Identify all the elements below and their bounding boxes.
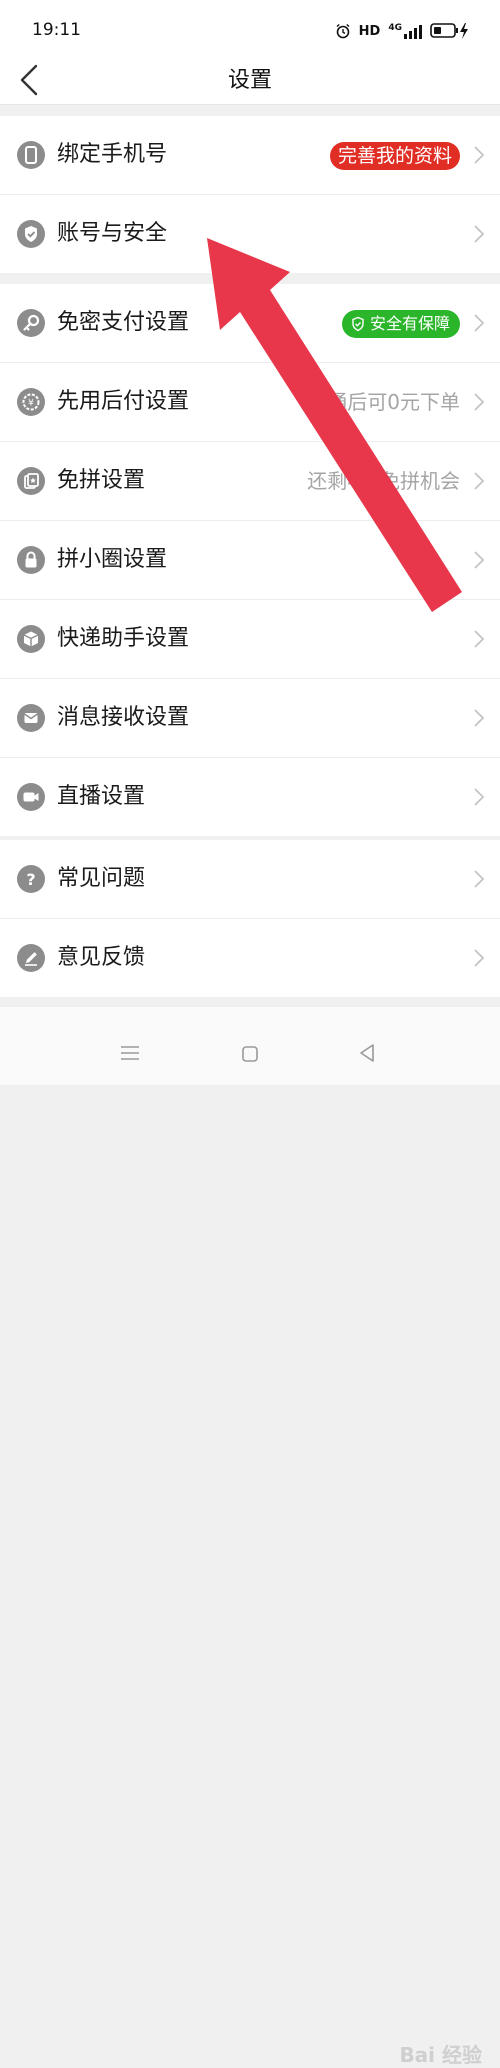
courier-assistant-row[interactable]: 快递助手设置 xyxy=(0,600,500,679)
settings-group: 免密支付设置 安全有保障 ¥ 先用后付设置 开通后可0元下单 免拼设置 还剩4次… xyxy=(0,284,500,836)
complete-profile-badge[interactable]: 完善我的资料 xyxy=(329,142,460,170)
chevron-right-icon xyxy=(474,949,485,967)
help-group: ? 常见问题 意见反馈 xyxy=(0,840,500,997)
package-icon xyxy=(17,625,45,653)
back-nav-icon[interactable] xyxy=(358,1043,376,1063)
row-label: 免拼设置 xyxy=(57,468,146,493)
status-time: 19:11 xyxy=(32,20,81,40)
row-label: 常见问题 xyxy=(57,866,146,891)
mail-icon xyxy=(17,704,45,732)
faq-row[interactable]: ? 常见问题 xyxy=(0,840,500,919)
group-free-row[interactable]: 免拼设置 还剩4次免拼机会 xyxy=(0,442,500,521)
security-badge: 安全有保障 xyxy=(341,310,460,338)
row-label: 免密支付设置 xyxy=(57,310,190,335)
status-icons: HD 4G xyxy=(335,20,470,42)
key-icon xyxy=(17,309,45,337)
video-icon xyxy=(17,783,45,811)
chevron-right-icon xyxy=(474,146,485,164)
chevron-right-icon xyxy=(474,472,485,490)
row-label: 消息接收设置 xyxy=(57,705,190,730)
svg-text:¥: ¥ xyxy=(28,399,34,409)
row-label: 账号与安全 xyxy=(57,221,168,246)
shield-check-icon xyxy=(352,316,364,332)
chevron-right-icon xyxy=(474,393,485,411)
bind-phone-row[interactable]: 绑定手机号 完善我的资料 xyxy=(0,116,500,195)
home-icon[interactable] xyxy=(241,1045,259,1063)
live-stream-row[interactable]: 直播设置 xyxy=(0,758,500,836)
row-label: 先用后付设置 xyxy=(57,389,190,414)
row-label: 直播设置 xyxy=(57,784,146,809)
network-type-label: 4G xyxy=(388,23,402,33)
alarm-icon xyxy=(336,23,350,39)
security-badge-label: 安全有保障 xyxy=(369,314,450,333)
battery-icon xyxy=(430,23,468,39)
message-receive-row[interactable]: 消息接收设置 xyxy=(0,679,500,758)
feedback-row[interactable]: 意见反馈 xyxy=(0,919,500,997)
phone-icon xyxy=(17,141,45,169)
page-title: 设置 xyxy=(227,68,272,93)
chevron-right-icon xyxy=(474,314,485,332)
password-free-pay-row[interactable]: 免密支付设置 安全有保障 xyxy=(0,284,500,363)
account-group: 绑定手机号 完善我的资料 账号与安全 xyxy=(0,116,500,273)
row-value: 还剩4次免拼机会 xyxy=(307,469,460,493)
chevron-right-icon xyxy=(474,225,485,243)
pin-circle-row[interactable]: 拼小圈设置 xyxy=(0,521,500,600)
pencil-icon xyxy=(17,944,45,972)
hd-indicator: HD xyxy=(358,23,381,39)
chevron-right-icon xyxy=(474,709,485,727)
watermark: Bai 经验 xyxy=(399,2043,482,2067)
chevron-right-icon xyxy=(474,630,485,648)
chevron-right-icon xyxy=(474,551,485,569)
signal-icon: 4G xyxy=(388,23,422,39)
row-label: 快递助手设置 xyxy=(57,626,190,651)
menu-icon[interactable] xyxy=(120,1045,140,1061)
lock-icon xyxy=(17,546,45,574)
chevron-right-icon xyxy=(474,870,485,888)
row-label: 绑定手机号 xyxy=(57,142,168,167)
pay-later-row[interactable]: ¥ 先用后付设置 开通后可0元下单 xyxy=(0,363,500,442)
clock-coin-icon: ¥ xyxy=(17,388,45,416)
shield-icon xyxy=(17,220,45,248)
system-nav-bar: Bai 经验 xyxy=(0,1006,500,2067)
svg-text:?: ? xyxy=(26,870,35,889)
question-icon: ? xyxy=(17,865,45,893)
card-icon xyxy=(17,467,45,495)
chevron-right-icon xyxy=(474,788,485,806)
nav-bar: 设置 xyxy=(0,50,500,105)
row-value: 开通后可0元下单 xyxy=(307,390,460,414)
row-label: 意见反馈 xyxy=(57,945,146,970)
row-label: 拼小圈设置 xyxy=(57,547,168,572)
account-security-row[interactable]: 账号与安全 xyxy=(0,195,500,273)
